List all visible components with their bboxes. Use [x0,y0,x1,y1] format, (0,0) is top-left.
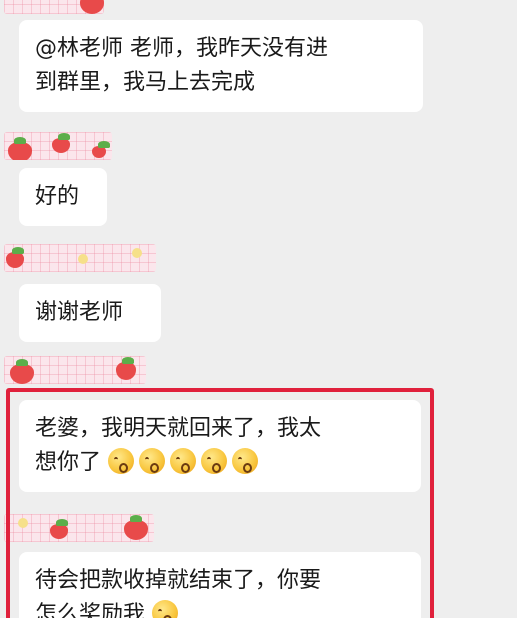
message-text: @林老师 老师，我昨天没有进 [35,36,328,61]
message-bubble[interactable]: @林老师 老师，我昨天没有进 到群里，我马上去完成 [19,20,423,112]
strawberry-icon [92,141,110,158]
kissing-face-icon [201,448,228,474]
message-line: 想你了 [35,446,405,480]
strawberry-icon [80,0,104,14]
message-text: 待会把款收掉就结束了，你要 [35,568,322,593]
message-bubble[interactable]: 谢谢老师 [19,284,161,342]
flower-icon [78,254,88,264]
strawberry-icon [116,357,136,380]
message-bubble[interactable]: 好的 [19,168,107,226]
sticker-strip [4,132,112,160]
kissing-face-icon [232,448,259,474]
message-text: 谢谢老师 [35,300,124,325]
flower-icon [132,248,142,258]
flower-icon [18,518,28,528]
message-text: 老婆，我明天就回来了，我太 [35,416,322,441]
kissing-face-icon [139,448,166,474]
message-line: 怎么奖励我 [35,598,405,618]
message-text: 好的 [35,184,80,209]
strawberry-icon [50,519,68,539]
sticker-strip [4,514,154,542]
message-text: 怎么奖励我 [35,602,146,618]
kissing-face-icon [108,448,135,474]
message-text: 想你了 [35,450,102,475]
chat-window: @林老师 老师，我昨天没有进 到群里，我马上去完成 好的 谢谢老师 老婆，我明天… [0,0,517,618]
sticker-strip [4,244,156,272]
strawberry-icon [8,137,32,160]
strawberry-icon [6,247,24,268]
message-text: 到群里，我马上去完成 [35,70,256,95]
message-bubble[interactable]: 老婆，我明天就回来了，我太 想你了 [19,400,421,492]
kissing-face-icon [152,600,179,618]
strawberry-icon [10,359,34,384]
sticker-strip [4,356,146,384]
message-bubble[interactable]: 待会把款收掉就结束了，你要 怎么奖励我 [19,552,421,618]
strawberry-icon [52,133,70,153]
strawberry-icon [124,515,148,540]
sticker-strip [4,0,104,14]
kissing-face-icon [170,448,197,474]
